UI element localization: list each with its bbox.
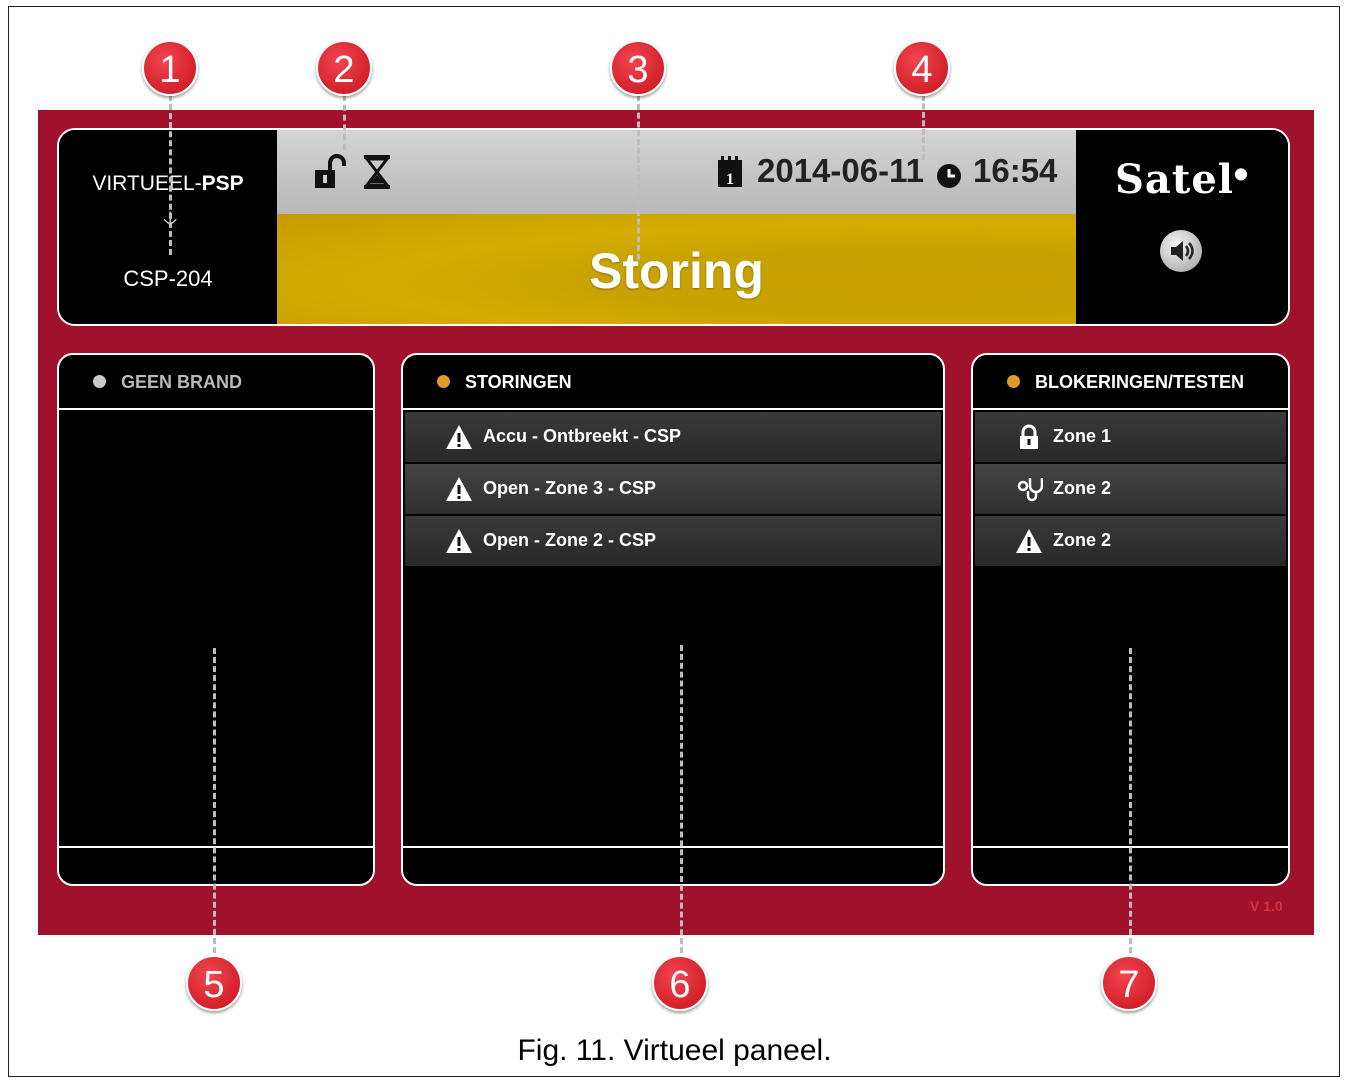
troubles-panel: STORINGEN Accu - Ontbreekt - CSP Open - …	[401, 353, 945, 886]
trouble-text: Open - Zone 3 - CSP	[483, 478, 657, 498]
warning-icon	[1016, 529, 1042, 553]
callout-3: 3	[610, 40, 666, 96]
callout-5: 5	[186, 955, 242, 1011]
status-dot-icon	[1007, 375, 1020, 388]
lock-icon	[1020, 424, 1038, 449]
warning-icon	[446, 529, 472, 553]
status-area: 1 2014-06-11 16:54 Storing	[277, 130, 1076, 324]
fire-panel: GEEN BRAND	[57, 353, 375, 886]
status-dot-icon	[437, 375, 450, 388]
callout-line-1	[169, 95, 172, 255]
status-dot-icon	[93, 375, 106, 388]
callout-line-7	[1129, 648, 1132, 953]
status-text: Storing	[589, 243, 764, 299]
stethoscope-icon	[1017, 478, 1043, 502]
fire-panel-title: GEEN BRAND	[121, 372, 243, 392]
connection-info: VIRTUEEL-PSP 🡣 CSP-204	[59, 130, 277, 324]
block-row[interactable]: Zone 2	[975, 516, 1286, 567]
brand-area: Satel●	[1076, 130, 1288, 324]
block-row[interactable]: Zone 1	[975, 412, 1286, 463]
source-label: VIRTUEEL-PSP	[92, 172, 244, 195]
version-label: V 1.0	[1250, 898, 1283, 914]
trouble-row[interactable]: Open - Zone 3 - CSP	[405, 464, 941, 515]
callout-line-5	[213, 648, 216, 953]
status-topbar: 1 2014-06-11 16:54	[277, 130, 1076, 214]
fire-panel-footer	[59, 846, 373, 884]
clock-icon	[937, 164, 961, 188]
blocks-panel-title: BLOKERINGEN/TESTEN	[1035, 372, 1245, 392]
troubles-panel-title: STORINGEN	[465, 372, 572, 392]
trouble-row[interactable]: Open - Zone 2 - CSP	[405, 516, 941, 567]
trouble-text: Accu - Ontbreekt - CSP	[483, 426, 682, 446]
svg-text:1: 1	[726, 171, 734, 188]
date-display: 2014-06-11	[757, 152, 924, 189]
hourglass-icon	[363, 155, 391, 189]
trouble-row[interactable]: Accu - Ontbreekt - CSP	[405, 412, 941, 463]
header-bar: VIRTUEEL-PSP 🡣 CSP-204 1 2014-06-11 16:5…	[57, 128, 1290, 326]
figure-caption: Fig. 11. Virtueel paneel.	[517, 1034, 832, 1067]
speaker-button[interactable]	[1160, 230, 1202, 272]
callout-line-3	[637, 95, 640, 260]
target-label: CSP-204	[123, 266, 213, 291]
time-display: 16:54	[973, 152, 1058, 189]
callout-2: 2	[316, 40, 372, 96]
callout-line-4	[922, 95, 925, 160]
speaker-icon	[1171, 241, 1194, 261]
satel-logo: Satel●	[1115, 156, 1249, 203]
warning-icon	[446, 477, 472, 501]
callout-line-6	[680, 645, 683, 953]
trouble-text: Open - Zone 2 - CSP	[483, 530, 657, 550]
calendar-icon: 1	[718, 156, 742, 188]
unlock-icon	[315, 154, 346, 188]
block-text: Zone 2	[1053, 530, 1112, 550]
callout-6: 6	[652, 955, 708, 1011]
block-row[interactable]: Zone 2	[975, 464, 1286, 515]
callout-7: 7	[1101, 955, 1157, 1011]
warning-icon	[446, 425, 472, 449]
callout-1: 1	[142, 40, 198, 96]
troubles-panel-footer	[403, 846, 943, 884]
callout-line-2	[343, 95, 346, 150]
fire-panel-header: GEEN BRAND	[59, 355, 373, 410]
troubles-panel-header: STORINGEN	[403, 355, 943, 410]
block-text: Zone 1	[1053, 426, 1112, 446]
callout-4: 4	[894, 40, 950, 96]
blocks-panel-header: BLOKERINGEN/TESTEN	[973, 355, 1288, 410]
block-text: Zone 2	[1053, 478, 1112, 498]
